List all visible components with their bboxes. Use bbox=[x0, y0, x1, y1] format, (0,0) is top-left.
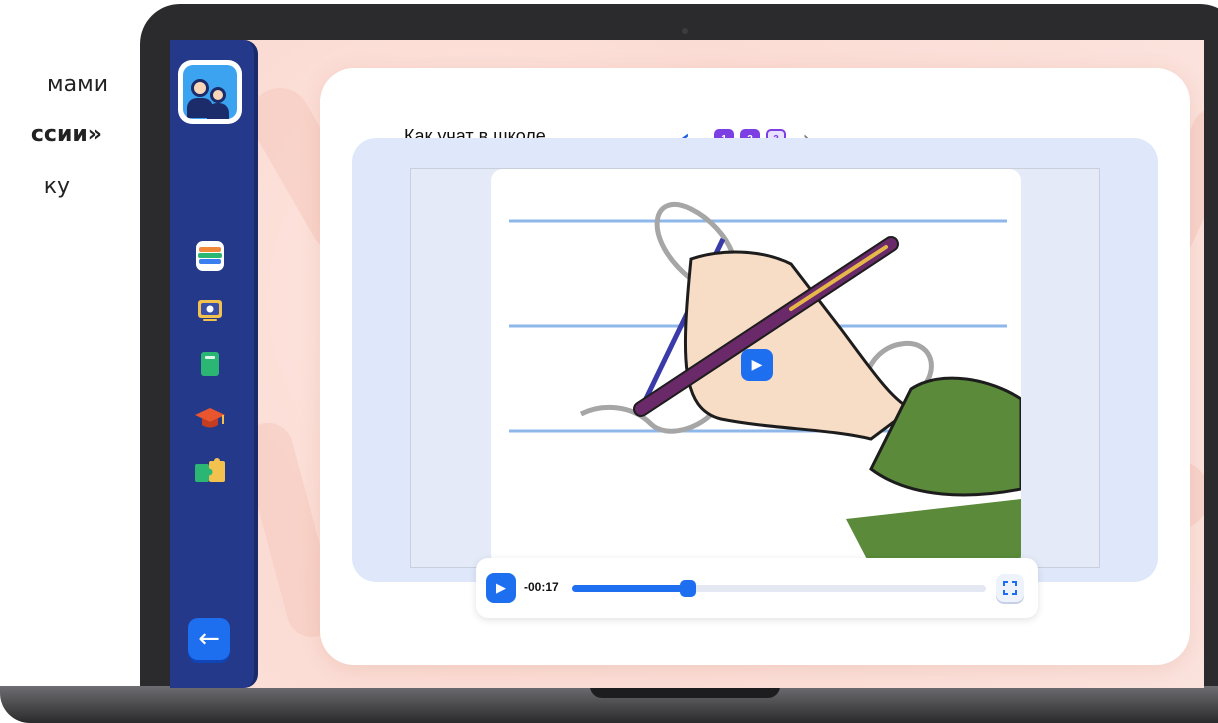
progress-fill bbox=[572, 585, 688, 592]
slide-text-line-3: ку bbox=[43, 174, 70, 199]
back-button[interactable]: ← bbox=[188, 618, 230, 660]
video-panel: ▶ ▶ -00:17 bbox=[352, 138, 1158, 618]
fullscreen-button[interactable] bbox=[996, 574, 1024, 602]
app-logo[interactable] bbox=[178, 60, 242, 124]
time-remaining: -00:17 bbox=[524, 580, 559, 594]
lesson-card: Как учат в школе ‹ 1 2 3 › bbox=[320, 68, 1190, 665]
video-player[interactable]: ▶ bbox=[491, 169, 1021, 567]
sidebar-item-puzzle[interactable] bbox=[190, 452, 230, 492]
logo-icon bbox=[183, 65, 237, 119]
play-icon: ▶ bbox=[751, 357, 763, 373]
video-controls: ▶ -00:17 bbox=[476, 558, 1038, 618]
slide-text-line-1: мами bbox=[47, 72, 108, 97]
app-screen: ← Как учат в школе ‹ 1 2 3 › bbox=[170, 40, 1204, 688]
graduation-cap-icon bbox=[195, 408, 225, 428]
sidebar: ← bbox=[170, 40, 258, 688]
fullscreen-icon bbox=[1003, 581, 1017, 595]
video-play-button[interactable]: ▶ bbox=[741, 349, 773, 381]
progress-track[interactable] bbox=[572, 580, 986, 597]
sidebar-item-notebook[interactable] bbox=[190, 344, 230, 384]
puzzle-icon bbox=[195, 458, 225, 482]
video-lesson-icon bbox=[198, 300, 222, 321]
camera bbox=[682, 28, 688, 34]
slide-text: мами ссии» ку bbox=[0, 0, 160, 260]
slide-text-line-2: ссии» bbox=[30, 122, 102, 147]
books-icon bbox=[196, 241, 224, 271]
notebook-icon bbox=[201, 352, 219, 376]
play-icon: ▶ bbox=[496, 580, 506, 596]
progress-thumb[interactable] bbox=[679, 580, 696, 597]
arrow-left-icon: ← bbox=[198, 624, 220, 654]
play-button[interactable]: ▶ bbox=[486, 573, 516, 603]
sidebar-item-video[interactable] bbox=[190, 290, 230, 330]
sidebar-item-education[interactable] bbox=[190, 398, 230, 438]
sidebar-item-books[interactable] bbox=[190, 236, 230, 276]
video-frame: ▶ bbox=[410, 168, 1100, 568]
